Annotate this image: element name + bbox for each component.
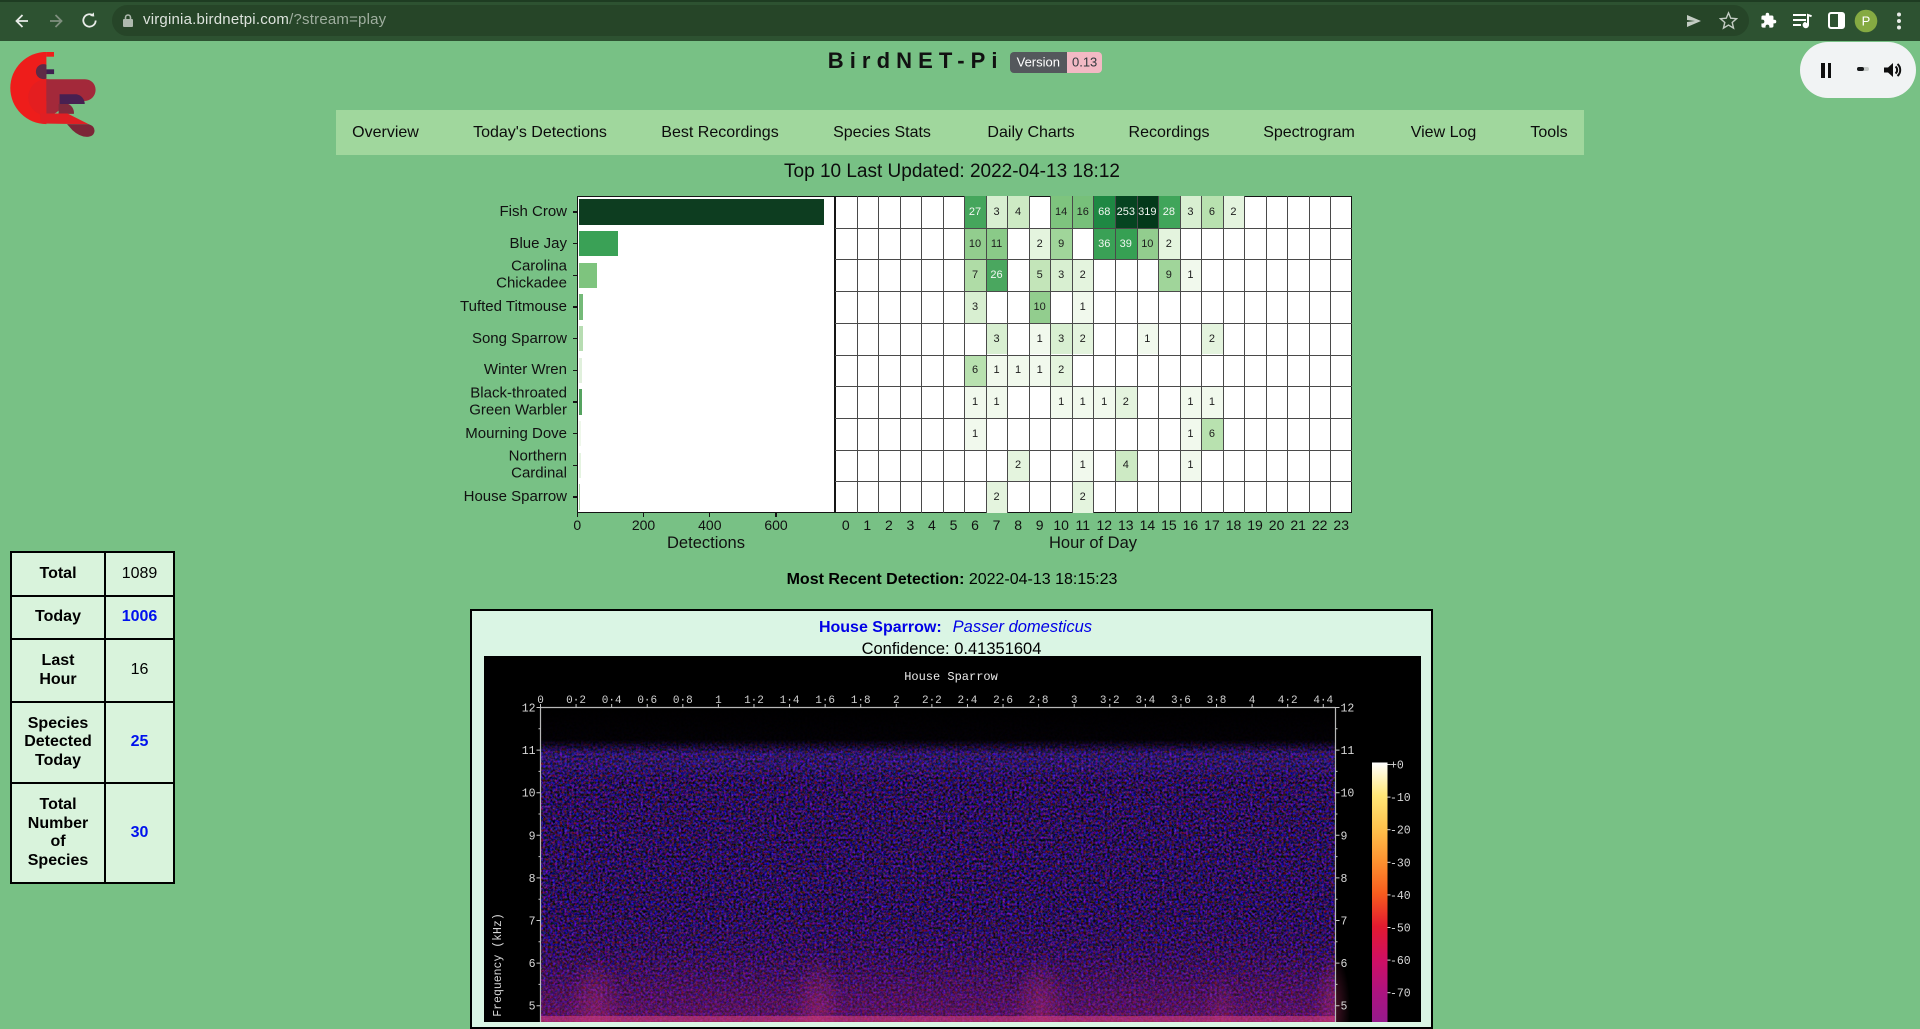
svg-text:3: 3 (1071, 695, 1078, 707)
svg-text:2: 2 (893, 695, 900, 707)
svg-text:2·8: 2·8 (1029, 695, 1049, 707)
svg-text:4: 4 (1249, 695, 1256, 707)
svg-text:9: 9 (1341, 830, 1348, 843)
svg-text:5: 5 (529, 1001, 536, 1014)
svg-text:-10: -10 (1390, 792, 1411, 805)
svg-text:4·2: 4·2 (1278, 695, 1298, 707)
svg-text:2·4: 2·4 (958, 695, 978, 707)
svg-text:3·6: 3·6 (1171, 695, 1191, 707)
svg-text:11: 11 (522, 745, 536, 758)
svg-text:P: P (1861, 13, 1870, 28)
svg-text:-20: -20 (1390, 825, 1411, 838)
svg-text:12: 12 (522, 703, 536, 716)
svg-text:Frequency (kHz): Frequency (kHz) (492, 913, 505, 1017)
svg-text:1·4: 1·4 (780, 695, 800, 707)
svg-text:2·6: 2·6 (993, 695, 1013, 707)
svg-text:7: 7 (529, 916, 536, 929)
svg-text:0: 0 (537, 695, 544, 707)
svg-text:-60: -60 (1390, 955, 1411, 968)
svg-text:-30: -30 (1390, 857, 1411, 870)
svg-text:0·8: 0·8 (673, 695, 693, 707)
svg-text:-70: -70 (1390, 988, 1411, 1001)
svg-text:10: 10 (522, 788, 536, 801)
svg-text:1·2: 1·2 (744, 695, 764, 707)
svg-text:0·6: 0·6 (637, 695, 657, 707)
svg-text:6: 6 (1341, 958, 1348, 971)
svg-text:11: 11 (1341, 745, 1355, 758)
svg-text:1: 1 (715, 695, 722, 707)
svg-text:1·6: 1·6 (815, 695, 835, 707)
svg-text:7: 7 (1341, 916, 1348, 929)
svg-text:-40: -40 (1390, 890, 1411, 903)
svg-text:+0: +0 (1390, 760, 1404, 773)
svg-text:0·4: 0·4 (602, 695, 622, 707)
svg-text:5: 5 (1341, 1001, 1348, 1014)
svg-text:3·4: 3·4 (1135, 695, 1155, 707)
svg-text:4·4: 4·4 (1313, 695, 1333, 707)
svg-text:8: 8 (1341, 873, 1348, 886)
svg-text:3·2: 3·2 (1100, 695, 1120, 707)
svg-text:10: 10 (1341, 788, 1355, 801)
svg-text:House Sparrow: House Sparrow (904, 670, 998, 684)
svg-text:6: 6 (529, 958, 536, 971)
svg-text:2·2: 2·2 (922, 695, 942, 707)
svg-text:-50: -50 (1390, 923, 1411, 936)
svg-text:9: 9 (529, 830, 536, 843)
svg-text:0·2: 0·2 (566, 695, 586, 707)
svg-text:12: 12 (1341, 703, 1355, 716)
svg-text:1·8: 1·8 (851, 695, 871, 707)
svg-text:3·8: 3·8 (1207, 695, 1227, 707)
svg-text:8: 8 (529, 873, 536, 886)
